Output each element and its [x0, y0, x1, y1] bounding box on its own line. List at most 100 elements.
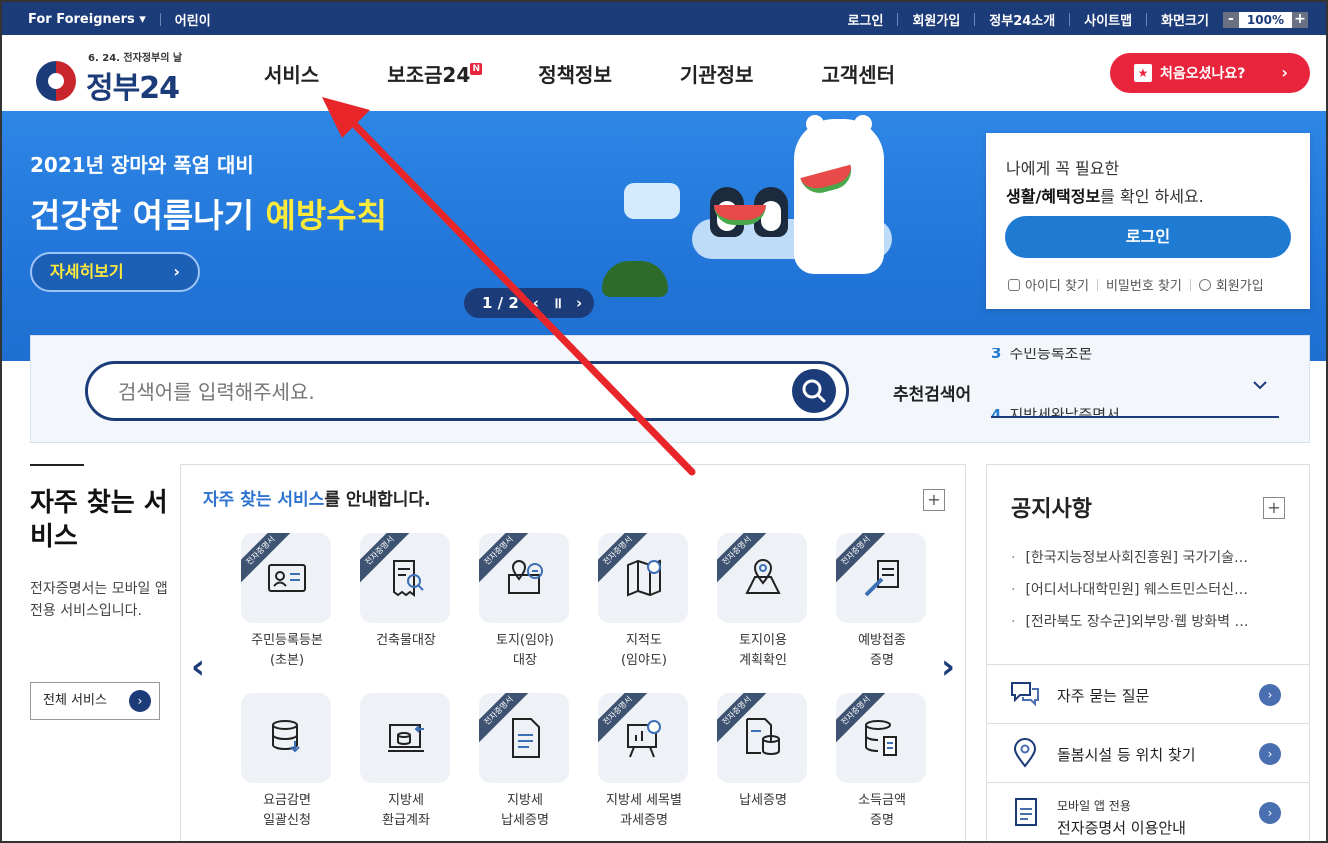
service-item[interactable]: 전자증명서예방접종 증명 [824, 531, 942, 681]
service-label-line: 일괄신청 [263, 813, 311, 828]
service-item[interactable]: 전자증명서 토지이용 계획확인 [705, 531, 823, 681]
nav-subsidy24[interactable]: 보조금24 N [353, 35, 504, 111]
for-foreigners-link[interactable]: For Foreigners ▾ [28, 12, 146, 27]
recommended-keyword[interactable]: 3 주민등록초본 [991, 348, 1092, 363]
first-visit-button[interactable]: ★ 처음오셨나요? › [1110, 53, 1310, 93]
arrow-circle-icon: › [129, 690, 151, 712]
carousel-next-icon[interactable]: › [941, 647, 955, 687]
nav-services[interactable]: 서비스 [230, 35, 353, 111]
pager-pause-icon[interactable]: ॥ [553, 293, 562, 313]
nav-customer-center[interactable]: 고객센터 [787, 35, 929, 111]
care-facility-link[interactable]: 돌봄시설 등 위치 찾기 › [987, 723, 1309, 782]
zoom-in-button[interactable]: + [1292, 11, 1308, 28]
service-item[interactable]: 전자증명서납세증명 [705, 691, 823, 841]
service-label-line: 납세증명 [739, 793, 787, 808]
search-button[interactable] [792, 369, 836, 413]
pager-prev-icon[interactable]: ‹ [533, 294, 539, 312]
login-link[interactable]: 로그인 [848, 10, 884, 29]
service-tile[interactable]: 전자증명서 [836, 533, 926, 623]
arrow-circle-icon: › [1259, 743, 1281, 765]
service-tile[interactable]: 전자증명서 [479, 693, 569, 783]
search-icon [802, 379, 826, 403]
login-button[interactable]: 로그인 [1005, 216, 1291, 258]
vaccine-certificate-icon [864, 560, 899, 597]
signup-link[interactable]: 회원가입 [912, 10, 960, 29]
frequent-services-intro: 자주 찾는 서비스 전자증명서는 모바일 앱 전용 서비스입니다. 전체 서비스… [30, 464, 170, 841]
notice-item[interactable]: [전라북도 장수군]외부망·웹 방화벽 … [1011, 611, 1281, 631]
faq-link[interactable]: 자주 묻는 질문 › [987, 664, 1309, 723]
service-label: 토지(임야) 대장 [467, 631, 583, 671]
service-item[interactable]: 전자증명서 지적도 (임야도) [586, 531, 704, 681]
sitemap-link[interactable]: 사이트맵 [1084, 10, 1132, 29]
find-id-label: 아이디 찾기 [1025, 279, 1089, 294]
service-label-line: (초본) [269, 653, 305, 668]
certificate-guide-label: 전자증명서 이용안내 [1057, 819, 1186, 837]
services-heading: 자주 찾는 서비스를 안내합니다. [203, 485, 431, 510]
signup-link[interactable]: 회원가입 [1198, 275, 1264, 294]
services-heading-rest: 를 안내합니다. [324, 490, 431, 510]
service-label-line: 예방접종 [858, 633, 906, 648]
service-tile[interactable]: 전자증명서 [836, 693, 926, 783]
all-services-button[interactable]: 전체 서비스 › [30, 682, 160, 720]
divider [159, 13, 161, 26]
service-item[interactable]: 지방세 환급계좌 [348, 691, 466, 841]
login-panel: 나에게 꼭 필요한 생활/혜택정보를 확인 하세요. 로그인 아이디 찾기 비밀… [986, 133, 1310, 309]
notice-item[interactable]: [한국지능정보사회진흥원] 국가기술… [1011, 547, 1281, 567]
service-tile[interactable]: 전자증명서 [241, 533, 331, 623]
chart-board-icon [627, 720, 661, 758]
service-item[interactable]: 요금감면 일괄신청 [229, 691, 347, 841]
service-label-line: 증명 [870, 813, 894, 828]
service-item[interactable]: 전자증명서주민등록등본 (초본) [229, 531, 347, 681]
carousel-prev-icon[interactable]: ‹ [191, 647, 205, 687]
land-ledger-icon [508, 560, 543, 594]
zoom-out-button[interactable]: - [1222, 11, 1239, 28]
service-tile[interactable]: 전자증명서 [717, 533, 807, 623]
service-label-line: 지적도 [626, 633, 662, 648]
banner-more-button[interactable]: 자세히보기 › [30, 252, 200, 292]
page-frame: For Foreigners ▾ 어린이 로그인 회원가입 정부24소개 사이트… [0, 0, 1328, 843]
search-area: 추천검색어 3 주민등록초본 4 지방세완납증명서 [30, 335, 1310, 443]
gov24-logo[interactable]: 6. 24. 전자정부의 날 정부24 [28, 45, 188, 106]
find-password-link[interactable]: 비밀번호 찾기 [1106, 275, 1182, 294]
kids-link[interactable]: 어린이 [175, 10, 211, 29]
service-tile[interactable]: 전자증명서 [598, 533, 688, 623]
service-tile[interactable]: 전자증명서 [717, 693, 807, 783]
taegeuk-emblem-icon [36, 61, 76, 101]
about-link[interactable]: 정부24소개 [989, 10, 1055, 29]
services-more-button[interactable]: + [923, 489, 945, 511]
find-id-link[interactable]: 아이디 찾기 [1008, 275, 1089, 294]
pager-next-icon[interactable]: › [576, 294, 582, 312]
recommended-keywords-ticker[interactable]: 3 주민등록초본 4 지방세완납증명서 [991, 348, 1279, 418]
login-prompt-line1: 나에게 꼭 필요한 [1006, 159, 1120, 178]
land-use-map-icon [745, 559, 781, 594]
login-prompt-line2: 생활/혜택정보를 확인 하세요. [1006, 183, 1204, 207]
notice-item[interactable]: [어디서나대학민원] 웨스트민스터신… [1011, 579, 1281, 599]
keyword-rank: 3 [991, 348, 1002, 362]
notice-more-button[interactable]: + [1263, 497, 1285, 519]
service-label-line: 주민등록등본 [251, 633, 323, 648]
service-label: 예방접종 증명 [824, 631, 940, 671]
search-input[interactable] [118, 378, 778, 406]
chevron-down-icon[interactable] [1251, 376, 1269, 394]
database-download-icon [272, 720, 300, 753]
lock-icon [1008, 279, 1020, 291]
service-item[interactable]: 전자증명서건축물대장 [348, 531, 466, 681]
service-tile[interactable] [241, 693, 331, 783]
service-tile[interactable] [360, 693, 450, 783]
divider [1069, 13, 1071, 26]
care-facility-label: 돌봄시설 등 위치 찾기 [1057, 746, 1196, 764]
nav-policy-info[interactable]: 정책정보 [504, 35, 646, 111]
service-label-line: 지방세 [507, 793, 543, 808]
service-label: 건축물대장 [348, 631, 464, 651]
faq-label: 자주 묻는 질문 [1057, 687, 1150, 705]
service-tile[interactable]: 전자증명서 [598, 693, 688, 783]
service-item[interactable]: 전자증명서 지방세 세목별 과세증명 [586, 691, 704, 841]
nav-agency-info[interactable]: 기관정보 [646, 35, 788, 111]
service-tile[interactable]: 전자증명서 [479, 533, 569, 623]
service-item[interactable]: 전자증명서토지(임야) 대장 [467, 531, 585, 681]
service-tile[interactable]: 전자증명서 [360, 533, 450, 623]
recommended-keyword[interactable]: 4 지방세완납증명서 [991, 404, 1120, 416]
service-item[interactable]: 전자증명서 지방세 납세증명 [467, 691, 585, 841]
mobile-certificate-guide-link[interactable]: 모바일 앱 전용 전자증명서 이용안내 › [987, 782, 1309, 841]
service-item[interactable]: 전자증명서 소득금액 증명 [824, 691, 942, 841]
